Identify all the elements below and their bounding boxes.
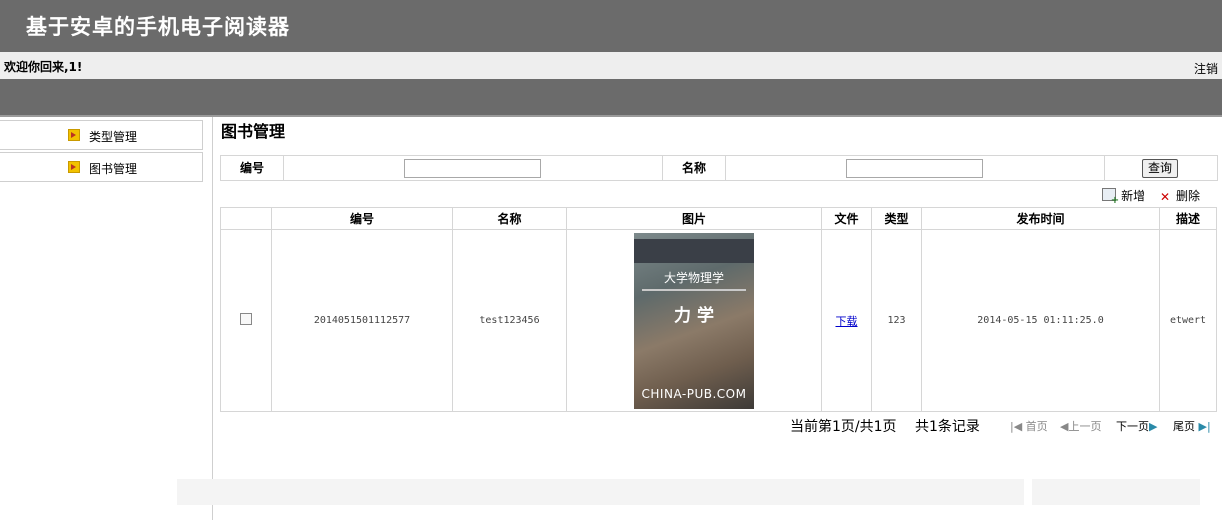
name-label: 名称 — [663, 156, 726, 180]
cover-decoration — [642, 288, 746, 291]
sidebar-item-label: 图书管理 — [89, 162, 138, 176]
book-cover-image: 大学物理学 力 学 CHINA-PUB.COM — [634, 232, 754, 409]
row-select-cell — [220, 229, 272, 412]
prev-page-link[interactable]: ◀上一页 — [1060, 418, 1101, 434]
id-label: 编号 — [221, 156, 284, 180]
welcome-message: 欢迎你回来,1! — [4, 60, 83, 74]
column-header: 文件 — [821, 207, 872, 230]
column-header: 发布时间 — [921, 207, 1160, 230]
cover-subtitle: 力 学 — [674, 305, 714, 326]
background-shadow — [177, 479, 1024, 505]
add-button[interactable]: 新增 — [1102, 187, 1146, 206]
first-page-link[interactable]: |◀ 首页 — [1010, 418, 1048, 434]
download-link[interactable]: 下载 — [836, 315, 858, 328]
prev-page-label: 上一页 — [1068, 420, 1102, 433]
add-label: 新增 — [1121, 189, 1146, 203]
cover-header-band — [634, 238, 754, 263]
page-info: 当前第1页/共1页 共1条记录 — [790, 416, 994, 436]
add-icon — [1102, 188, 1119, 206]
id-cell: 2014051501112577 — [271, 229, 453, 412]
cover-watermark: CHINA-PUB.COM — [641, 386, 747, 401]
name-cell — [726, 156, 1105, 180]
app-title: 基于安卓的手机电子阅读器 — [26, 14, 290, 39]
delete-label: 删除 — [1175, 189, 1200, 203]
column-header: 编号 — [271, 207, 453, 230]
search-button[interactable]: 查询 — [1142, 159, 1178, 178]
column-header: 类型 — [871, 207, 922, 230]
first-page-label: 首页 — [1025, 420, 1048, 433]
delete-button[interactable]: ✕ 删除 — [1159, 187, 1200, 204]
column-header: 描述 — [1159, 207, 1217, 230]
search-bar: 编号 名称 查询 — [220, 155, 1218, 181]
pagination: 当前第1页/共1页 共1条记录 |◀ 首页 ◀上一页 下一页▶ 尾页 ▶| — [220, 415, 1216, 435]
table-row: 2014051501112577 test123456 大学物理学 力 学 CH… — [220, 229, 1217, 412]
sidebar: 类型管理 图书管理 — [0, 117, 213, 520]
file-cell: 下载 — [821, 229, 872, 412]
row-checkbox[interactable] — [240, 313, 252, 325]
app-header: 基于安卓的手机电子阅读器 — [0, 0, 1222, 52]
table-header-row: 编号 名称 图片 文件 类型 发布时间 描述 — [220, 207, 1217, 230]
last-page-label: 尾页 — [1173, 420, 1195, 433]
current-page-text: 当前第1页/共1页 — [790, 419, 897, 435]
column-select — [220, 207, 272, 230]
user-bar: 欢迎你回来,1! 注销 — [0, 52, 1222, 79]
arrow-icon — [68, 129, 80, 141]
desc-cell: etwert — [1159, 229, 1217, 412]
total-records-text: 共1条记录 — [914, 419, 980, 435]
last-page-link[interactable]: 尾页 ▶| — [1173, 418, 1211, 434]
main-content: 图书管理 编号 名称 查询 新增 ✕ 删除 编号 名称 图片 文件 类型 发布时间… — [177, 117, 1218, 520]
name-search-input[interactable] — [846, 159, 983, 178]
last-page-icon: ▶| — [1195, 420, 1211, 433]
column-header: 图片 — [566, 207, 822, 230]
nav-bar — [0, 79, 1222, 117]
page-title: 图书管理 — [221, 122, 286, 141]
column-header: 名称 — [452, 207, 567, 230]
next-page-icon: ▶ — [1149, 420, 1158, 433]
publish-time-cell: 2014-05-15 01:11:25.0 — [921, 229, 1160, 412]
logout-link[interactable]: 注销 — [1194, 60, 1218, 77]
toolbar-actions: 新增 ✕ 删除 — [1092, 187, 1200, 206]
first-page-icon: |◀ — [1010, 420, 1026, 433]
delete-icon: ✕ — [1159, 190, 1171, 204]
background-shadow — [1032, 479, 1200, 505]
sidebar-item-label: 类型管理 — [89, 130, 138, 144]
type-cell: 123 — [871, 229, 922, 412]
next-page-link[interactable]: 下一页▶ — [1116, 418, 1157, 434]
image-cell: 大学物理学 力 学 CHINA-PUB.COM — [566, 229, 822, 412]
next-page-label: 下一页 — [1116, 420, 1149, 433]
id-cell — [284, 156, 663, 180]
id-search-input[interactable] — [404, 159, 541, 178]
cover-title: 大学物理学 — [663, 270, 724, 285]
name-cell: test123456 — [452, 229, 567, 412]
sidebar-item-type-management[interactable]: 类型管理 — [0, 120, 203, 150]
arrow-icon — [68, 161, 80, 173]
book-table: 编号 名称 图片 文件 类型 发布时间 描述 2014051501112577 … — [220, 207, 1217, 412]
sidebar-item-book-management[interactable]: 图书管理 — [0, 152, 203, 182]
